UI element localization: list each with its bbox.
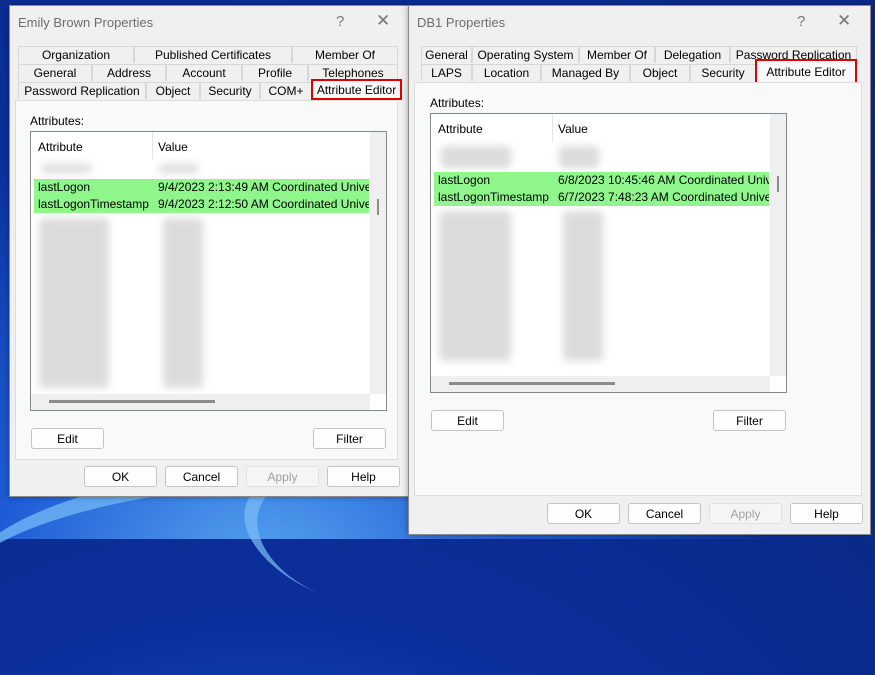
attribute-value: 9/4/2023 2:12:50 AM Coordinated Universa… <box>158 197 369 211</box>
tab-row-2: General Address Account Profile Telephon… <box>18 64 398 81</box>
help-icon[interactable]: ? <box>336 13 344 30</box>
tab-organization[interactable]: Organization <box>18 46 134 63</box>
attribute-value: 9/4/2023 2:13:49 AM Coordinated Universa… <box>158 180 369 194</box>
scrollbar-thumb[interactable] <box>449 382 615 385</box>
edit-button[interactable]: Edit <box>431 410 504 431</box>
ok-button[interactable]: OK <box>84 466 157 487</box>
scrollbar-thumb[interactable] <box>777 176 779 192</box>
attribute-name: lastLogon <box>438 173 491 187</box>
tab-general[interactable]: General <box>421 46 472 63</box>
redacted-row <box>41 164 91 173</box>
tab-delegation[interactable]: Delegation <box>655 46 730 63</box>
redacted-rows <box>39 218 109 388</box>
attribute-name: lastLogonTimestamp <box>438 190 549 204</box>
redacted-rows <box>563 211 603 361</box>
tab-com-plus[interactable]: COM+ <box>260 82 312 99</box>
close-icon[interactable]: ✕ <box>837 11 851 31</box>
attribute-value: 6/7/2023 7:48:23 AM Coordinated Universa… <box>558 190 769 204</box>
db1-properties-dialog: DB1 Properties ? ✕ General Operating Sys… <box>408 5 871 535</box>
horizontal-scrollbar[interactable] <box>431 376 770 392</box>
table-row-lastlogon[interactable]: lastLogon 6/8/2023 10:45:46 AM Coordinat… <box>434 172 769 189</box>
column-divider[interactable] <box>152 132 153 160</box>
list-header: Attribute Value <box>431 114 786 142</box>
edit-button[interactable]: Edit <box>31 428 104 449</box>
tab-attribute-editor[interactable]: Attribute Editor <box>311 79 402 100</box>
tab-account[interactable]: Account <box>166 64 242 81</box>
dialog-title: DB1 Properties <box>417 15 506 30</box>
attributes-label: Attributes: <box>30 114 85 128</box>
tab-location[interactable]: Location <box>472 64 541 81</box>
table-row-lastlogon[interactable]: lastLogon 9/4/2023 2:13:49 AM Coordinate… <box>34 179 369 196</box>
tab-attribute-editor[interactable]: Attribute Editor <box>755 59 857 85</box>
redacted-row <box>559 146 599 168</box>
emily-brown-properties-dialog: Emily Brown Properties ? ✕ Organization … <box>9 5 409 497</box>
tab-password-replication[interactable]: Password Replication <box>18 82 146 99</box>
horizontal-scrollbar[interactable] <box>31 394 370 410</box>
tab-panel: Attributes: Attribute Value lastLogon 9/… <box>15 100 398 460</box>
column-header-attribute[interactable]: Attribute <box>38 140 83 154</box>
table-row-lastlogontimestamp[interactable]: lastLogonTimestamp 9/4/2023 2:12:50 AM C… <box>34 196 369 213</box>
attribute-name: lastLogon <box>38 180 91 194</box>
redacted-row <box>441 146 511 168</box>
tab-row-2: LAPS Location Managed By Object Security… <box>421 59 857 85</box>
tab-member-of[interactable]: Member Of <box>292 46 398 63</box>
tab-member-of[interactable]: Member Of <box>579 46 655 63</box>
table-row-lastlogontimestamp[interactable]: lastLogonTimestamp 6/7/2023 7:48:23 AM C… <box>434 189 769 206</box>
column-divider[interactable] <box>552 114 553 142</box>
tab-address[interactable]: Address <box>92 64 166 81</box>
ok-button[interactable]: OK <box>547 503 620 524</box>
redacted-rows <box>163 218 203 388</box>
tab-object[interactable]: Object <box>146 82 200 99</box>
vertical-scrollbar[interactable] <box>370 132 386 394</box>
attributes-label: Attributes: <box>430 96 485 110</box>
tab-row-3: Password Replication Object Security COM… <box>18 79 402 100</box>
tab-managed-by[interactable]: Managed By <box>541 64 630 81</box>
title-bar: Emily Brown Properties ? ✕ <box>10 6 408 38</box>
scrollbar-thumb[interactable] <box>49 400 215 403</box>
redacted-rows <box>439 211 511 361</box>
help-button[interactable]: Help <box>327 466 400 487</box>
tab-security[interactable]: Security <box>200 82 260 99</box>
filter-button[interactable]: Filter <box>713 410 786 431</box>
help-icon[interactable]: ? <box>797 13 805 30</box>
tab-object[interactable]: Object <box>630 64 690 81</box>
tab-published-certificates[interactable]: Published Certificates <box>134 46 292 63</box>
scrollbar-thumb[interactable] <box>377 199 379 215</box>
tab-security[interactable]: Security <box>690 64 756 81</box>
attributes-list[interactable]: Attribute Value lastLogon 6/8/2023 10:45… <box>430 113 787 393</box>
tab-row-1: Organization Published Certificates Memb… <box>18 46 398 63</box>
tab-telephones[interactable]: Telephones <box>308 64 398 81</box>
column-header-value[interactable]: Value <box>558 122 588 136</box>
column-header-value[interactable]: Value <box>158 140 188 154</box>
redacted-row <box>159 164 199 173</box>
tab-profile[interactable]: Profile <box>242 64 308 81</box>
tab-operating-system[interactable]: Operating System <box>472 46 579 63</box>
tab-panel: Attributes: Attribute Value lastLogon 6/… <box>414 82 862 496</box>
tab-general[interactable]: General <box>18 64 92 81</box>
column-header-attribute[interactable]: Attribute <box>438 122 483 136</box>
attribute-value: 6/8/2023 10:45:46 AM Coordinated Univers… <box>558 173 769 187</box>
attributes-list[interactable]: Attribute Value lastLogon 9/4/2023 2:13:… <box>30 131 387 411</box>
close-icon[interactable]: ✕ <box>376 11 390 31</box>
title-bar: DB1 Properties ? ✕ <box>409 6 870 38</box>
list-header: Attribute Value <box>31 132 386 160</box>
tab-laps[interactable]: LAPS <box>421 64 472 81</box>
help-button[interactable]: Help <box>790 503 863 524</box>
cancel-button[interactable]: Cancel <box>628 503 701 524</box>
vertical-scrollbar[interactable] <box>770 114 786 376</box>
apply-button[interactable]: Apply <box>709 503 782 524</box>
attribute-name: lastLogonTimestamp <box>38 197 149 211</box>
apply-button[interactable]: Apply <box>246 466 319 487</box>
cancel-button[interactable]: Cancel <box>165 466 238 487</box>
dialog-title: Emily Brown Properties <box>18 15 154 30</box>
filter-button[interactable]: Filter <box>313 428 386 449</box>
